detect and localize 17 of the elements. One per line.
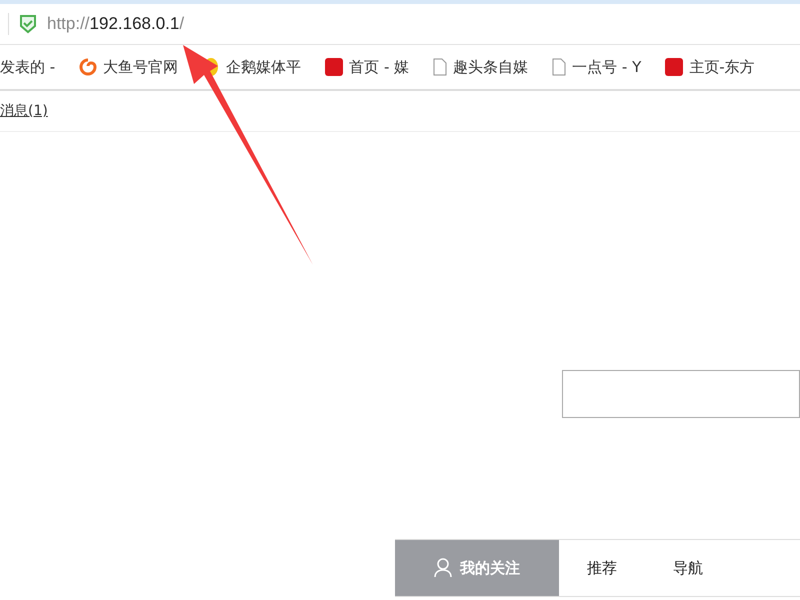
user-icon: [434, 558, 452, 578]
bookmark-item[interactable]: 首页 - 媒: [349, 58, 410, 76]
logo-icon: [325, 58, 344, 76]
swirl-icon: [79, 58, 98, 76]
input-field[interactable]: [562, 370, 800, 418]
bookmark-item[interactable]: 企鹅媒体平: [226, 58, 302, 76]
address-url[interactable]: http://192.168.0.1/: [47, 14, 184, 34]
logo-icon: [665, 58, 684, 76]
bookmark-item[interactable]: 大鱼号官网: [103, 58, 178, 76]
document-icon: [433, 58, 448, 76]
bookmark-item[interactable]: 发表的 -: [0, 58, 56, 76]
messages-link[interactable]: 消息(1): [0, 102, 48, 120]
bookmark-item[interactable]: 主页-东方: [689, 58, 755, 76]
shield-icon: [19, 14, 37, 34]
bookmark-item[interactable]: 一点号 - Y: [572, 58, 642, 76]
document-icon: [552, 58, 566, 76]
bookmark-item[interactable]: 趣头条自媒: [453, 58, 528, 76]
